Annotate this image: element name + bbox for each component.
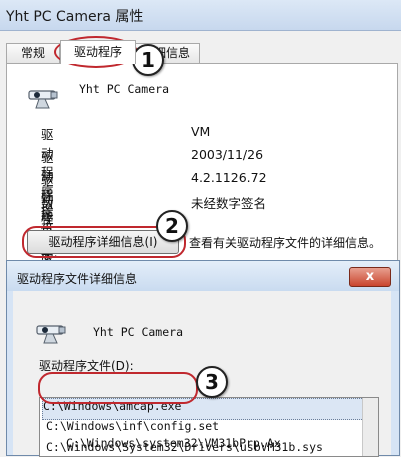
driver-file-details-dialog: 驱动程序文件详细信息 x Yht PC Camera 驱动程序文件(D): C:…	[6, 260, 400, 457]
close-icon[interactable]: x	[349, 267, 391, 287]
webcam-icon	[27, 84, 63, 115]
webcam-icon	[35, 319, 71, 350]
list-scrollbar[interactable]	[362, 398, 378, 456]
info-value: VM	[191, 124, 211, 139]
window-title: Yht PC Camera 属性	[6, 9, 144, 25]
tab-driver[interactable]: 驱动程序	[60, 40, 136, 64]
annotation-badge: 3	[196, 366, 228, 398]
device-name: Yht PC Camera	[79, 82, 170, 96]
dialog-device-name: Yht PC Camera	[93, 325, 184, 339]
info-value: 未经数字签名	[191, 196, 267, 211]
annotation-ring	[38, 372, 198, 404]
driver-details-note: 查看有关驱动程序文件的详细信息。	[189, 236, 382, 250]
info-value: 2003/11/26	[191, 147, 264, 162]
info-value: 4.2.1126.72	[191, 170, 267, 185]
dialog-title: 驱动程序文件详细信息	[17, 272, 138, 286]
annotation-badge: 2	[156, 210, 188, 242]
title-bar: Yht PC Camera 属性	[0, 0, 401, 31]
annotation-badge: 1	[132, 44, 164, 76]
list-item[interactable]: C:\Windows\system32\VM31bPrp.Ax	[66, 436, 281, 450]
tab-strip: 常规 驱动程序 详细信息	[6, 40, 396, 64]
tab-general[interactable]: 常规	[6, 43, 60, 63]
dialog-title-bar: 驱动程序文件详细信息 x	[7, 261, 399, 291]
